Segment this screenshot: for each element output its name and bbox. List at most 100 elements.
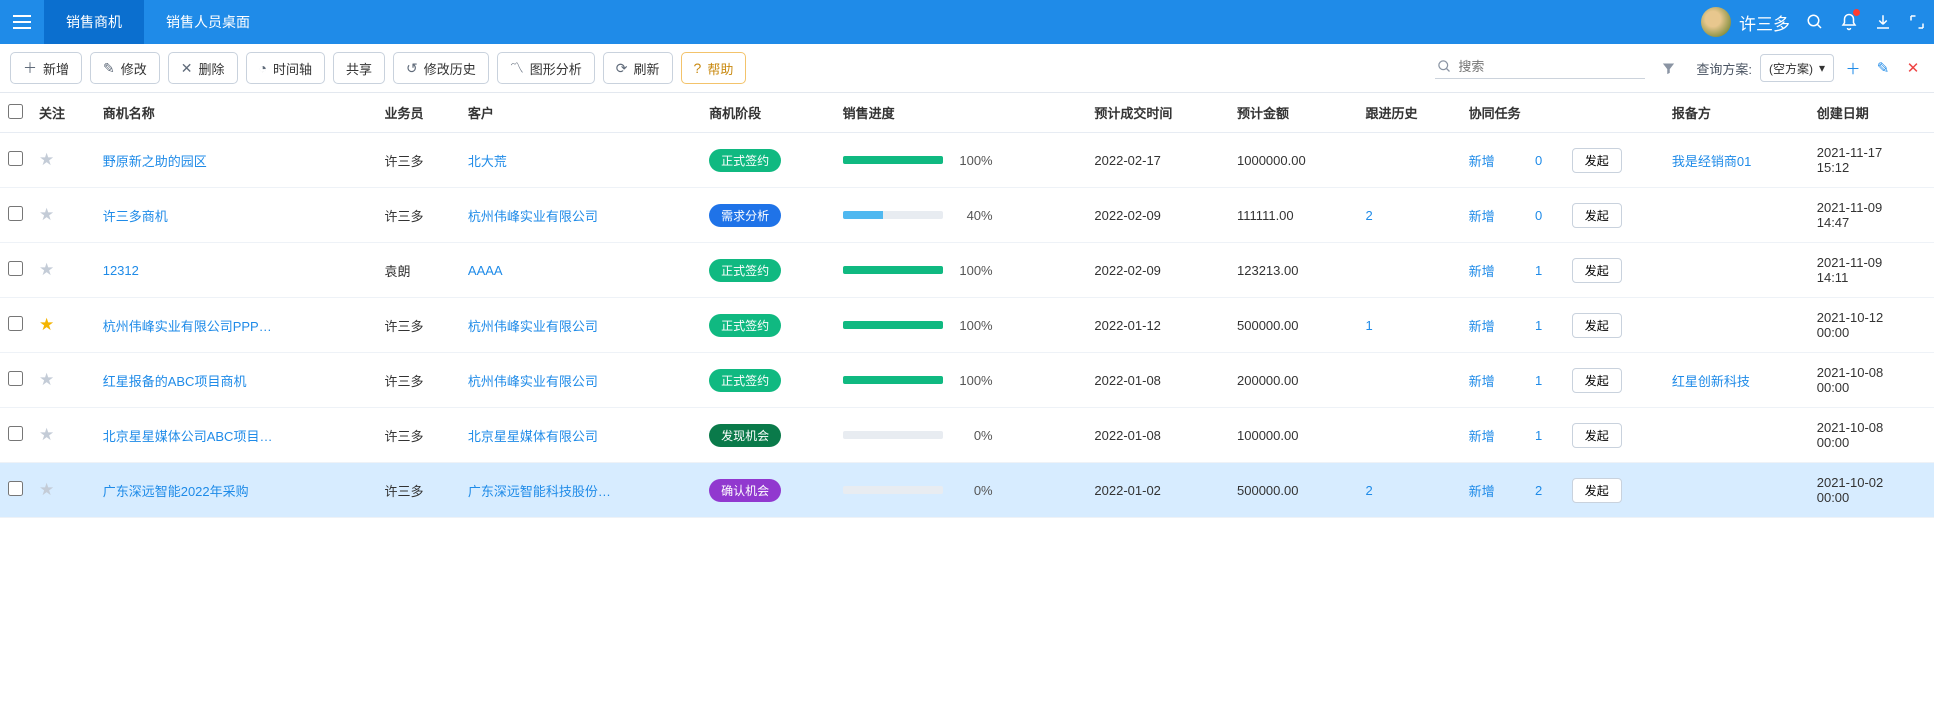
col-reporter[interactable]: 报备方 — [1664, 93, 1809, 133]
reporter-link[interactable]: 我是经销商01 — [1672, 154, 1751, 169]
scheme-delete-button[interactable]: ✕ — [1902, 57, 1924, 79]
search-field[interactable] — [1435, 57, 1645, 79]
table-row[interactable]: ★12312袁朗AAAA正式签约100%2022-02-09123213.00新… — [0, 243, 1934, 298]
row-checkbox[interactable] — [8, 481, 23, 496]
opportunity-name-link[interactable]: 广东深远智能2022年采购 — [103, 481, 273, 500]
star-icon[interactable]: ★ — [39, 315, 54, 334]
search-input[interactable] — [1458, 59, 1641, 74]
row-checkbox[interactable] — [8, 371, 23, 386]
star-icon[interactable]: ★ — [39, 260, 54, 279]
table-row[interactable]: ★红星报备的ABC项目商机许三多杭州伟峰实业有限公司正式签约100%2022-0… — [0, 353, 1934, 408]
nav-tab[interactable]: 销售商机 — [44, 0, 144, 44]
scheme-select[interactable]: (空方案) ▾ — [1760, 54, 1834, 82]
star-icon[interactable]: ★ — [39, 370, 54, 389]
customer-link[interactable]: 杭州伟峰实业有限公司 — [468, 316, 618, 335]
row-checkbox[interactable] — [8, 426, 23, 441]
reporter-link[interactable]: 红星创新科技 — [1672, 374, 1750, 389]
initiate-button[interactable]: 发起 — [1572, 258, 1622, 283]
star-icon[interactable]: ★ — [39, 205, 54, 224]
initiate-button[interactable]: 发起 — [1572, 368, 1622, 393]
col-expdate[interactable]: 预计成交时间 — [1086, 93, 1229, 133]
graph-button[interactable]: 〽图形分析 — [497, 52, 595, 84]
col-followhist[interactable]: 跟进历史 — [1357, 93, 1460, 133]
col-name[interactable]: 商机名称 — [95, 93, 377, 133]
opportunity-name-link[interactable]: 北京星星媒体公司ABC项目… — [103, 426, 273, 445]
followhist-link[interactable]: 1 — [1365, 318, 1372, 333]
initiate-button[interactable]: 发起 — [1572, 148, 1622, 173]
col-cotask[interactable]: 协同任务 — [1461, 93, 1564, 133]
col-progress[interactable]: 销售进度 — [835, 93, 1087, 133]
customer-link[interactable]: AAAA — [468, 263, 618, 278]
opportunity-name-link[interactable]: 许三多商机 — [103, 206, 273, 225]
cotask-new-link[interactable]: 新增 — [1469, 484, 1495, 499]
cotask-new-link[interactable]: 新增 — [1469, 374, 1495, 389]
timeline-button[interactable]: ◔时间轴 — [246, 52, 325, 84]
star-icon[interactable]: ★ — [39, 480, 54, 499]
search-icon[interactable] — [1798, 0, 1832, 44]
col-attn[interactable]: 关注 — [31, 93, 95, 133]
filter-icon[interactable] — [1653, 55, 1684, 82]
col-expamt[interactable]: 预计金额 — [1229, 93, 1357, 133]
table-row[interactable]: ★杭州伟峰实业有限公司PPP…许三多杭州伟峰实业有限公司正式签约100%2022… — [0, 298, 1934, 353]
cotask-new-link[interactable]: 新增 — [1469, 319, 1495, 334]
row-checkbox[interactable] — [8, 206, 23, 221]
opportunity-name-link[interactable]: 野原新之助的园区 — [103, 151, 273, 170]
cotask-new-link[interactable]: 新增 — [1469, 209, 1495, 224]
cotask-count-link[interactable]: 2 — [1535, 483, 1542, 498]
bell-icon[interactable] — [1832, 0, 1866, 44]
expdate-cell: 2022-02-17 — [1086, 133, 1229, 188]
expand-icon[interactable] — [1900, 0, 1934, 44]
followhist-link[interactable]: 2 — [1365, 483, 1372, 498]
customer-link[interactable]: 北京星星媒体有限公司 — [468, 426, 618, 445]
nav-tab[interactable]: 销售人员桌面 — [144, 0, 272, 44]
add-button[interactable]: ＋新增 — [10, 52, 82, 84]
help-button[interactable]: ?帮助 — [681, 52, 747, 84]
customer-link[interactable]: 北大荒 — [468, 151, 618, 170]
opportunity-name-link[interactable]: 杭州伟峰实业有限公司PPP… — [103, 316, 273, 335]
delete-button[interactable]: ✕删除 — [168, 52, 238, 84]
username[interactable]: 许三多 — [1739, 0, 1790, 44]
cotask-count-link[interactable]: 1 — [1535, 428, 1542, 443]
cotask-count-link[interactable]: 0 — [1535, 153, 1542, 168]
col-created[interactable]: 创建日期 — [1809, 93, 1934, 133]
scheme-edit-button[interactable]: ✎ — [1872, 57, 1894, 79]
select-all-checkbox[interactable] — [8, 104, 23, 119]
table-row[interactable]: ★许三多商机许三多杭州伟峰实业有限公司需求分析40%2022-02-091111… — [0, 188, 1934, 243]
cotask-new-link[interactable]: 新增 — [1469, 429, 1495, 444]
customer-link[interactable]: 杭州伟峰实业有限公司 — [468, 206, 618, 225]
avatar[interactable] — [1701, 7, 1731, 37]
cotask-count-link[interactable]: 1 — [1535, 263, 1542, 278]
customer-link[interactable]: 杭州伟峰实业有限公司 — [468, 371, 618, 390]
history-button[interactable]: ↺修改历史 — [393, 52, 489, 84]
cotask-count-link[interactable]: 1 — [1535, 318, 1542, 333]
initiate-button[interactable]: 发起 — [1572, 313, 1622, 338]
cotask-new-link[interactable]: 新增 — [1469, 264, 1495, 279]
cotask-count-link[interactable]: 0 — [1535, 208, 1542, 223]
edit-button[interactable]: ✎修改 — [90, 52, 160, 84]
customer-link[interactable]: 广东深远智能科技股份… — [468, 481, 618, 500]
initiate-button[interactable]: 发起 — [1572, 478, 1622, 503]
star-icon[interactable]: ★ — [39, 150, 54, 169]
row-checkbox[interactable] — [8, 151, 23, 166]
table-row[interactable]: ★北京星星媒体公司ABC项目…许三多北京星星媒体有限公司发现机会0%2022-0… — [0, 408, 1934, 463]
table-row[interactable]: ★野原新之助的园区许三多北大荒正式签约100%2022-02-171000000… — [0, 133, 1934, 188]
opportunity-name-link[interactable]: 红星报备的ABC项目商机 — [103, 371, 273, 390]
col-rep[interactable]: 业务员 — [376, 93, 459, 133]
scheme-add-button[interactable]: ＋ — [1842, 57, 1864, 79]
col-cust[interactable]: 客户 — [460, 93, 701, 133]
opportunity-name-link[interactable]: 12312 — [103, 263, 273, 278]
initiate-button[interactable]: 发起 — [1572, 423, 1622, 448]
refresh-button[interactable]: ⟳刷新 — [603, 52, 673, 84]
star-icon[interactable]: ★ — [39, 425, 54, 444]
download-icon[interactable] — [1866, 0, 1900, 44]
col-stage[interactable]: 商机阶段 — [701, 93, 835, 133]
table-row[interactable]: ★广东深远智能2022年采购许三多广东深远智能科技股份…确认机会0%2022-0… — [0, 463, 1934, 518]
followhist-link[interactable]: 2 — [1365, 208, 1372, 223]
row-checkbox[interactable] — [8, 261, 23, 276]
share-button[interactable]: 共享 — [333, 52, 385, 84]
initiate-button[interactable]: 发起 — [1572, 203, 1622, 228]
cotask-new-link[interactable]: 新增 — [1469, 154, 1495, 169]
menu-icon[interactable] — [0, 0, 44, 44]
row-checkbox[interactable] — [8, 316, 23, 331]
cotask-count-link[interactable]: 1 — [1535, 373, 1542, 388]
